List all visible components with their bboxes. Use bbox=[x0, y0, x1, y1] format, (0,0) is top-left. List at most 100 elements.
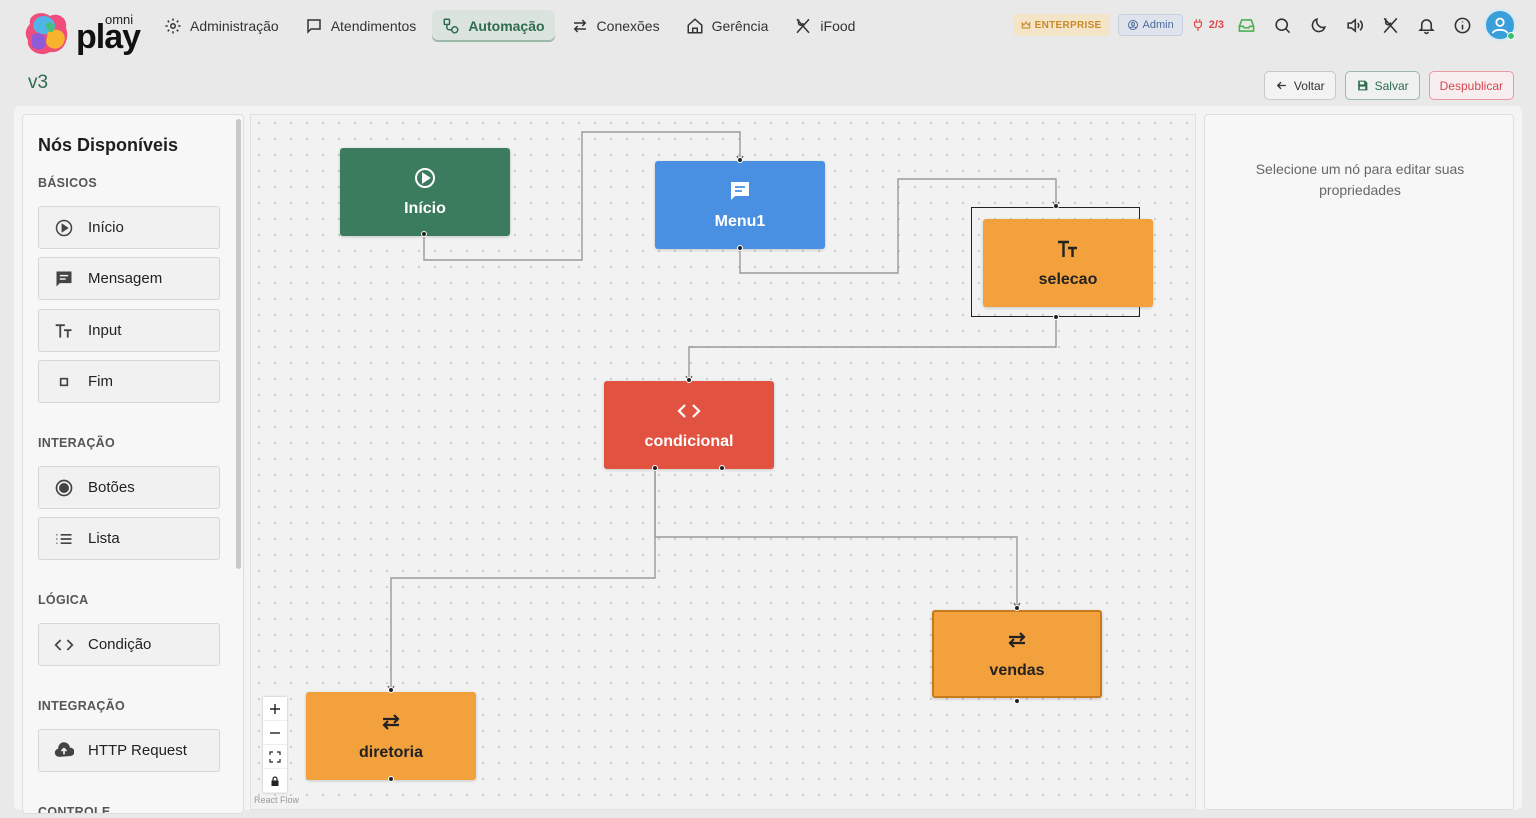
user-avatar[interactable] bbox=[1484, 9, 1516, 41]
omniplay-logo[interactable]: omni play bbox=[24, 8, 141, 58]
node-handle[interactable] bbox=[652, 465, 658, 471]
connections-count: 2/3 bbox=[1208, 19, 1224, 31]
nav-gerencia[interactable]: Gerência bbox=[676, 10, 779, 42]
node-type-buttons[interactable]: Botões bbox=[38, 466, 220, 509]
node-type-label: Início bbox=[88, 219, 124, 236]
node-diretoria[interactable]: diretoria bbox=[306, 692, 476, 780]
node-type-message[interactable]: Mensagem bbox=[38, 257, 220, 300]
unpublish-button[interactable]: Despublicar bbox=[1428, 71, 1514, 100]
node-type-end[interactable]: Fim bbox=[38, 360, 220, 403]
lock-icon bbox=[271, 775, 279, 786]
node-inicio[interactable]: Início bbox=[340, 148, 510, 236]
lock-button[interactable] bbox=[263, 769, 287, 793]
nav-atendimentos[interactable]: Atendimentos bbox=[295, 10, 427, 42]
online-status-dot bbox=[1507, 32, 1515, 40]
category-basic: BÁSICOS bbox=[38, 176, 98, 190]
list-icon bbox=[56, 533, 72, 544]
node-handle[interactable] bbox=[1014, 605, 1020, 611]
node-type-label: Fim bbox=[88, 373, 113, 390]
volume-button[interactable] bbox=[1340, 11, 1368, 39]
info-button[interactable] bbox=[1448, 11, 1476, 39]
fit-view-button[interactable] bbox=[263, 745, 287, 769]
node-label: vendas bbox=[989, 662, 1045, 679]
node-handle[interactable] bbox=[388, 687, 394, 693]
inbox-button[interactable] bbox=[1232, 11, 1260, 39]
node-handle[interactable] bbox=[737, 245, 743, 251]
canvas-controls bbox=[263, 697, 287, 793]
home-icon bbox=[687, 18, 703, 34]
node-handle[interactable] bbox=[1053, 314, 1059, 320]
category-integration: INTEGRAÇÃO bbox=[38, 699, 126, 713]
node-vendas[interactable]: vendas bbox=[932, 610, 1102, 698]
editor-area: Nós Disponíveis BÁSICOS Início Mensagem … bbox=[14, 106, 1522, 814]
node-handle[interactable] bbox=[388, 776, 394, 782]
nav-label: Atendimentos bbox=[330, 18, 417, 34]
bell-icon bbox=[1417, 18, 1435, 34]
category-control: CONTROLE bbox=[38, 805, 111, 814]
node-selecao[interactable]: selecao bbox=[983, 219, 1153, 307]
header-tools: ENTERPRISE Admin 2/3 bbox=[1012, 9, 1516, 41]
search-icon bbox=[1274, 17, 1290, 33]
react-flow-attribution[interactable]: React Flow bbox=[254, 795, 299, 805]
message-icon bbox=[56, 271, 72, 286]
node-label: diretoria bbox=[358, 744, 423, 761]
flow-canvas[interactable]: Início Menu1 selecao condicional diretor… bbox=[250, 114, 1196, 810]
admin-label: Admin bbox=[1142, 19, 1174, 31]
floppy-icon bbox=[1357, 80, 1367, 91]
node-menu1[interactable]: Menu1 bbox=[655, 161, 825, 249]
nav-administracao[interactable]: Administração bbox=[154, 10, 289, 42]
ifood-button[interactable] bbox=[1376, 11, 1404, 39]
nav-label: Conexões bbox=[596, 18, 660, 34]
node-type-start[interactable]: Início bbox=[38, 206, 220, 249]
code-icon bbox=[54, 638, 74, 651]
node-handle[interactable] bbox=[719, 465, 725, 471]
back-button[interactable]: Voltar bbox=[1263, 71, 1336, 100]
node-condicional[interactable]: condicional bbox=[604, 381, 774, 469]
text-size-icon bbox=[55, 323, 72, 338]
node-handle[interactable] bbox=[686, 377, 692, 383]
stop-square-icon bbox=[59, 377, 69, 386]
nav-label: iFood bbox=[820, 18, 856, 34]
minus-icon bbox=[270, 731, 280, 734]
plus-icon bbox=[270, 703, 280, 714]
node-type-http[interactable]: HTTP Request bbox=[38, 729, 220, 772]
properties-panel: Selecione um nó para editar suas proprie… bbox=[1204, 114, 1514, 810]
enterprise-badge: ENTERPRISE bbox=[1012, 14, 1110, 36]
nav-label: Administração bbox=[190, 18, 279, 34]
category-interaction: INTERAÇÃO bbox=[38, 436, 116, 450]
notifications-button[interactable] bbox=[1412, 11, 1440, 39]
message-icon bbox=[731, 182, 749, 200]
node-handle[interactable] bbox=[1053, 203, 1059, 209]
nav-conexoes[interactable]: Conexões bbox=[561, 10, 670, 42]
node-type-label: Lista bbox=[88, 530, 120, 547]
node-handle[interactable] bbox=[421, 231, 427, 237]
main-nav: Administração Atendimentos Automação Con… bbox=[154, 10, 865, 42]
node-label: selecao bbox=[1038, 271, 1098, 288]
nav-label: Automação bbox=[468, 18, 545, 34]
node-label: condicional bbox=[644, 433, 734, 450]
nav-ifood[interactable]: iFood bbox=[784, 10, 865, 42]
zoom-in-button[interactable] bbox=[263, 697, 287, 721]
nodes-sidebar: Nós Disponíveis BÁSICOS Início Mensagem … bbox=[22, 114, 244, 814]
search-button[interactable] bbox=[1268, 11, 1296, 39]
node-handle[interactable] bbox=[737, 157, 743, 163]
logo-icon bbox=[25, 13, 68, 55]
admin-badge: Admin bbox=[1117, 14, 1183, 36]
node-label: Menu1 bbox=[714, 213, 766, 230]
sidebar-scrollbar[interactable] bbox=[236, 119, 241, 569]
moon-icon bbox=[1311, 17, 1326, 32]
connections-indicator[interactable]: 2/3 bbox=[1191, 18, 1224, 32]
node-type-condition[interactable]: Condição bbox=[38, 623, 220, 666]
gear-icon bbox=[165, 18, 181, 34]
save-button[interactable]: Salvar bbox=[1344, 71, 1420, 100]
zoom-out-button[interactable] bbox=[263, 721, 287, 745]
node-handle[interactable] bbox=[1014, 698, 1020, 704]
nav-automacao[interactable]: Automação bbox=[432, 10, 555, 42]
node-type-input[interactable]: Input bbox=[38, 309, 220, 352]
theme-toggle-button[interactable] bbox=[1304, 11, 1332, 39]
inbox-icon bbox=[1238, 18, 1254, 32]
edge-selecao-condicional bbox=[688, 317, 1057, 380]
node-type-list[interactable]: Lista bbox=[38, 517, 220, 560]
chat-icon bbox=[306, 19, 321, 34]
node-type-label: Mensagem bbox=[88, 270, 163, 287]
